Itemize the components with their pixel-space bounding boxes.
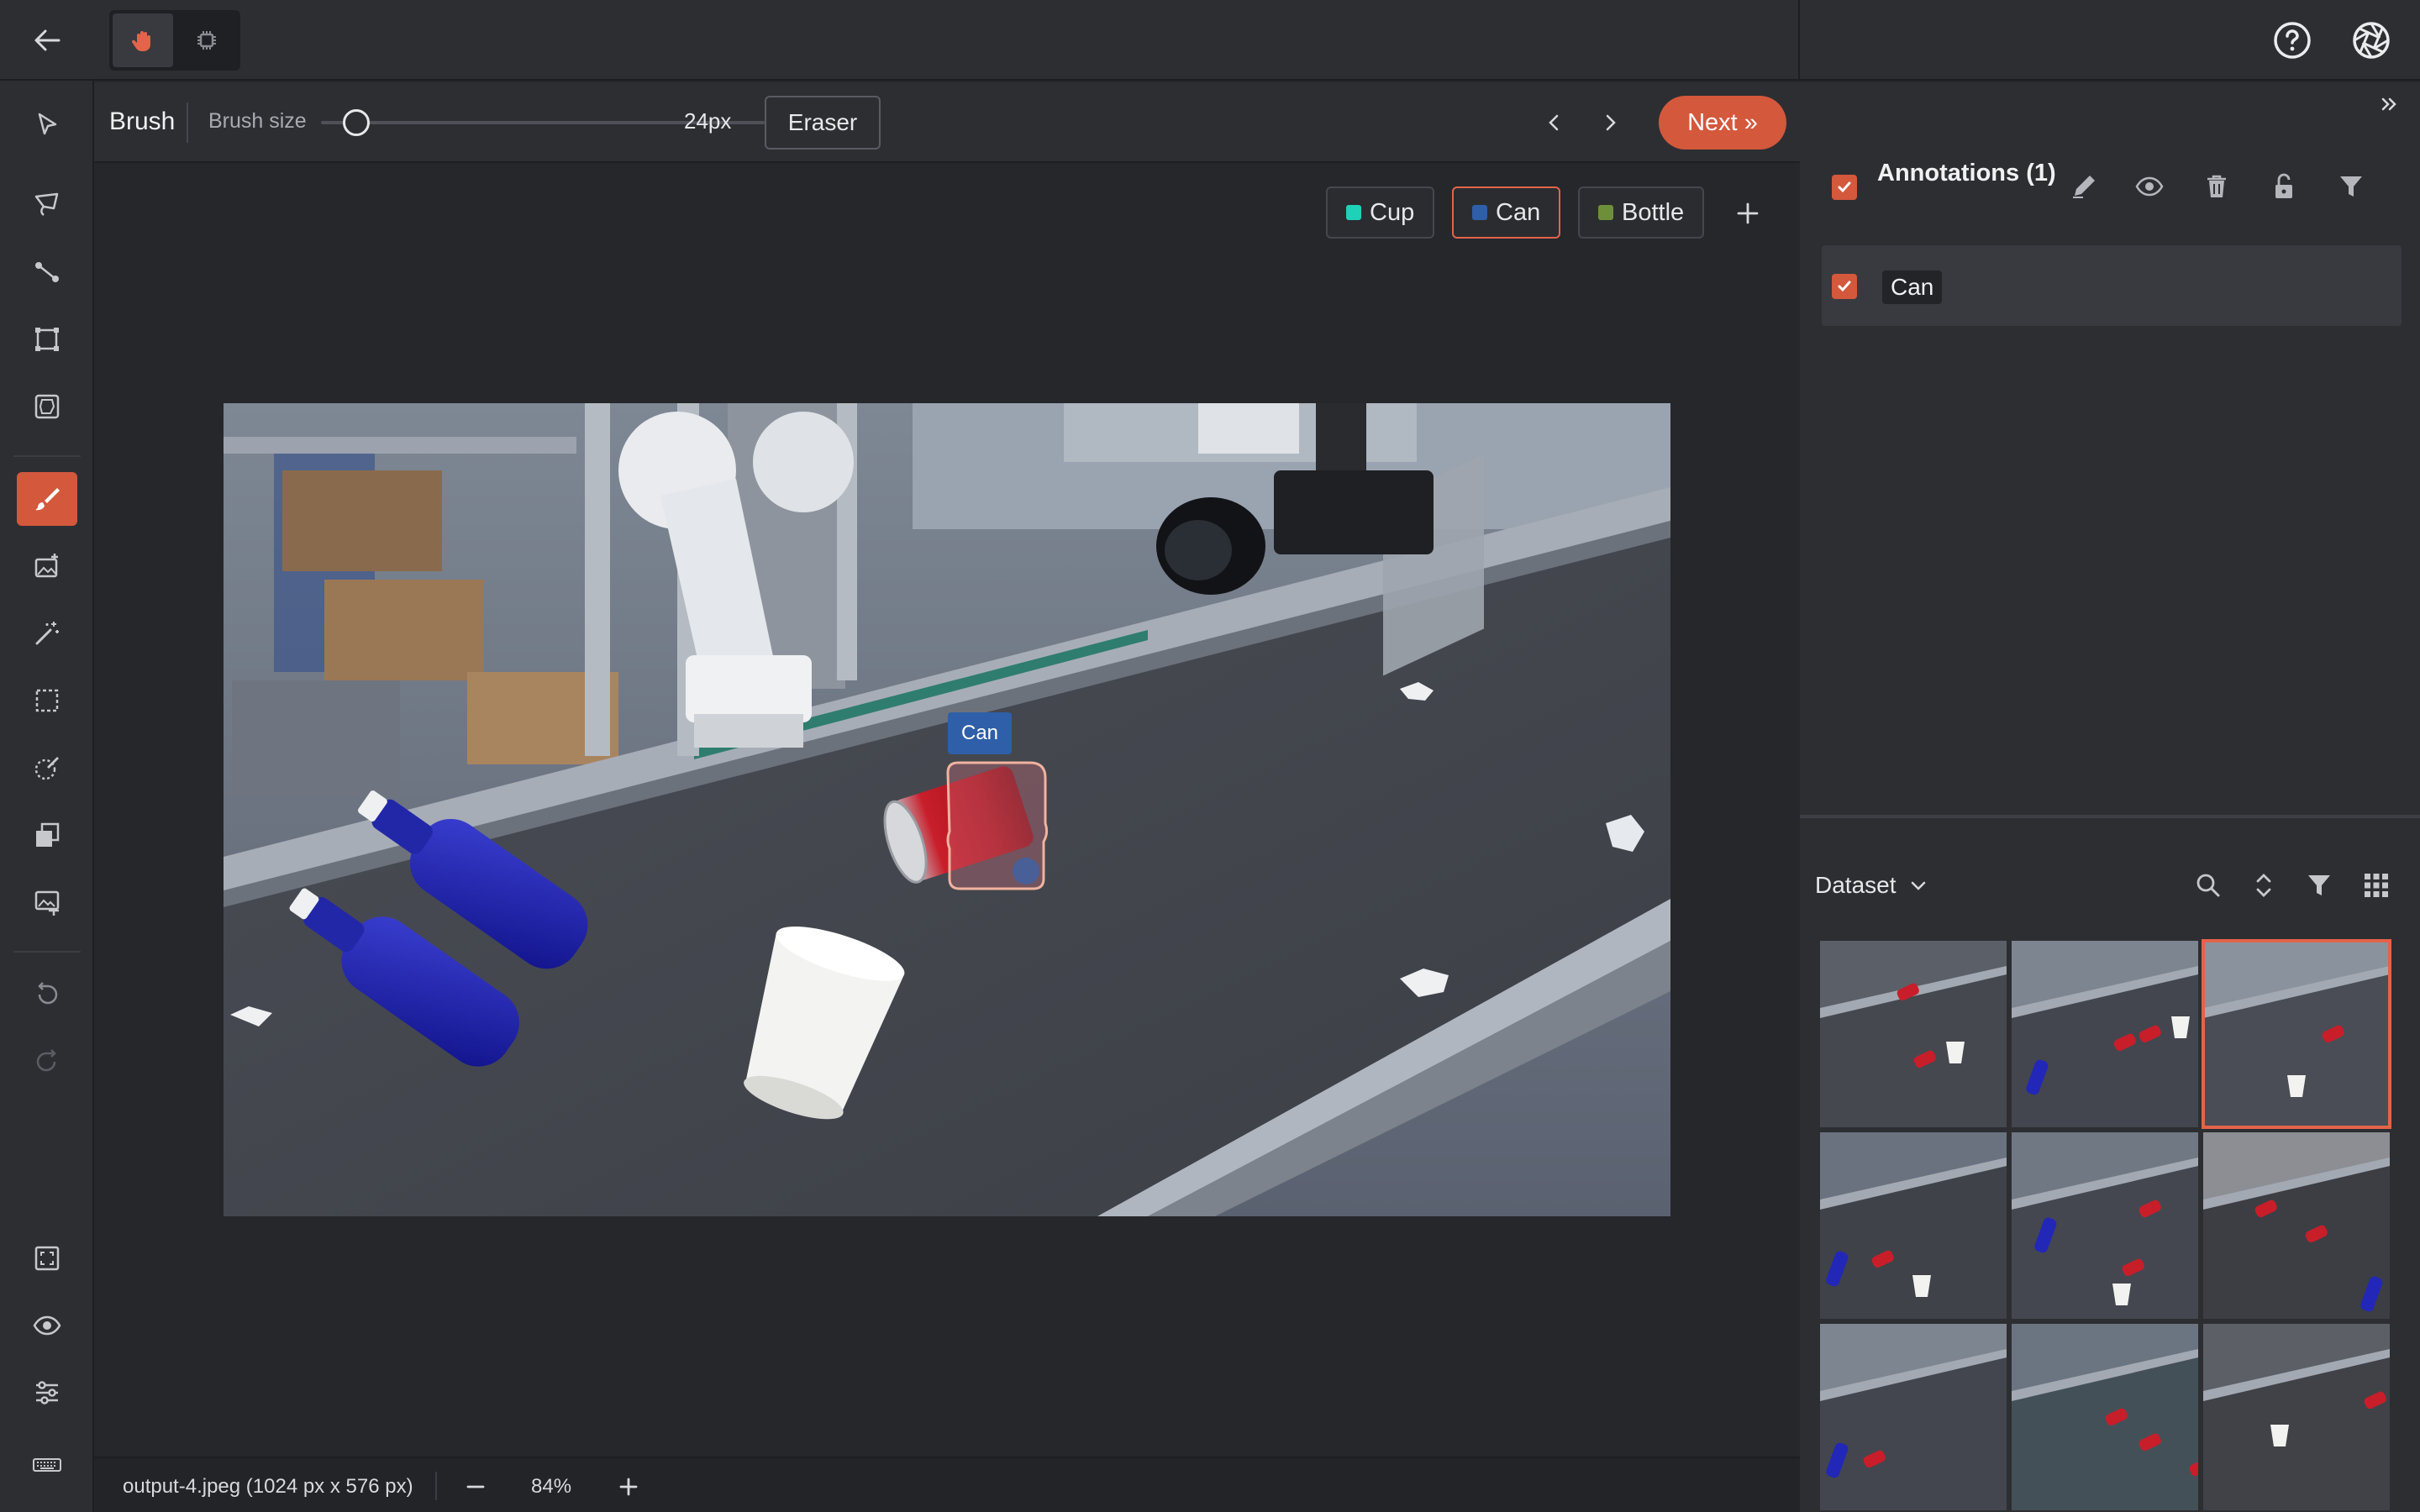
- right-panel: Annotations (1) Can Dataset: [1800, 82, 2420, 1512]
- lasso-icon[interactable]: [17, 178, 77, 232]
- keyboard-icon[interactable]: [17, 1438, 77, 1492]
- class-chip-label: Bottle: [1622, 198, 1685, 226]
- dataset-title: Dataset: [1815, 872, 1897, 898]
- unlock-icon[interactable]: [2265, 168, 2302, 205]
- status-bar: output-4.jpeg (1024 px x 576 px) 84%: [94, 1457, 1800, 1512]
- add-class-icon[interactable]: [1724, 190, 1771, 237]
- dataset-thumbnail[interactable]: [2012, 1324, 2198, 1510]
- dataset-thumbnail[interactable]: [1820, 1324, 2007, 1510]
- help-icon[interactable]: [2269, 17, 2316, 64]
- back-arrow-icon[interactable]: [24, 17, 71, 64]
- grid-view-icon[interactable]: [2356, 865, 2396, 906]
- annotations-title: Annotations (1): [1877, 160, 2056, 186]
- class-chip-label: Can: [1496, 198, 1541, 226]
- undo-icon[interactable]: [17, 968, 77, 1021]
- annotated-image[interactable]: Can: [224, 403, 1670, 1216]
- annotation-label: Can: [1882, 270, 1943, 304]
- dataset-thumbnail[interactable]: [1820, 941, 2007, 1127]
- image-fill-icon[interactable]: [17, 539, 77, 593]
- image-text-icon[interactable]: [17, 875, 77, 929]
- pointer-icon[interactable]: [17, 97, 77, 151]
- next-image-icon[interactable]: [1590, 102, 1630, 143]
- fit-screen-icon[interactable]: [17, 1231, 77, 1285]
- left-toolbar: [0, 81, 94, 1512]
- bottle-color-swatch: [1598, 205, 1613, 220]
- options-separator: [187, 102, 188, 143]
- top-divider: [1798, 0, 1800, 81]
- collapse-panel-icon[interactable]: [2371, 86, 2408, 123]
- marquee-icon[interactable]: [17, 674, 77, 727]
- panel-divider[interactable]: [1800, 815, 2420, 818]
- search-icon[interactable]: [2188, 865, 2228, 906]
- edit-icon[interactable]: [2065, 168, 2102, 205]
- polygon-icon[interactable]: [17, 380, 77, 433]
- smart-brush-icon[interactable]: [17, 741, 77, 795]
- tool-options-bar: Brush Brush size 24px Eraser Next »: [94, 82, 1800, 163]
- dataset-thumbnail[interactable]: [2012, 941, 2198, 1127]
- tool-title: Brush: [109, 108, 176, 135]
- filter-icon[interactable]: [2333, 168, 2370, 205]
- dataset-thumbnail[interactable]: [2203, 1132, 2390, 1319]
- dataset-thumbnail[interactable]: [2202, 939, 2391, 1129]
- chevron-down-icon: [1911, 881, 1925, 890]
- visibility-icon[interactable]: [2131, 168, 2168, 205]
- brush-size-slider-handle[interactable]: [343, 109, 371, 136]
- next-button[interactable]: Next »: [1659, 96, 1786, 150]
- dataset-filter-icon[interactable]: [2299, 865, 2339, 906]
- bounding-box-icon[interactable]: [17, 312, 77, 366]
- toolbar-separator: [13, 455, 81, 457]
- eraser-button[interactable]: Eraser: [765, 96, 881, 150]
- annotation-item[interactable]: Can: [1822, 245, 2402, 326]
- select-all-checkbox[interactable]: [1832, 175, 1857, 200]
- aperture-icon[interactable]: [2348, 17, 2395, 64]
- sort-icon[interactable]: [2244, 865, 2284, 906]
- top-bar: [0, 0, 2420, 81]
- zoom-level: 84%: [531, 1475, 572, 1498]
- delete-icon[interactable]: [2198, 168, 2235, 205]
- annotations-header: Annotations (1): [1823, 124, 2402, 232]
- brush-size-label: Brush size: [208, 109, 307, 133]
- dataset-dropdown[interactable]: Dataset: [1815, 872, 1928, 899]
- chip-icon[interactable]: [176, 13, 237, 67]
- annotation-canvas[interactable]: Cup Can Bottle Can: [94, 165, 1800, 1457]
- sliders-icon[interactable]: [17, 1366, 77, 1420]
- dataset-thumbnail[interactable]: [1820, 1132, 2007, 1319]
- magic-wand-icon[interactable]: [17, 606, 77, 660]
- dataset-thumbnail[interactable]: [2012, 1132, 2198, 1319]
- cup-color-swatch: [1346, 205, 1361, 220]
- polyline-icon[interactable]: [17, 245, 77, 299]
- class-chip-can[interactable]: Can: [1452, 186, 1561, 239]
- zoom-out-icon[interactable]: [457, 1468, 494, 1505]
- dataset-thumbnail[interactable]: [2203, 1324, 2390, 1510]
- hand-icon[interactable]: [113, 13, 173, 67]
- class-chip-label: Cup: [1370, 198, 1415, 226]
- status-filename: output-4.jpeg (1024 px x 576 px): [123, 1475, 413, 1498]
- class-chip-cup[interactable]: Cup: [1326, 186, 1435, 239]
- annotation-checkbox[interactable]: [1832, 274, 1857, 299]
- brush-icon[interactable]: [17, 472, 77, 526]
- redo-icon[interactable]: [17, 1035, 77, 1089]
- zoom-in-icon[interactable]: [610, 1468, 647, 1505]
- mode-toggle: [109, 10, 240, 71]
- previous-image-icon[interactable]: [1534, 102, 1575, 143]
- status-separator: [435, 1472, 437, 1500]
- layers-icon[interactable]: [17, 808, 77, 862]
- annotation-label-tag: Can: [948, 712, 1013, 754]
- eye-icon[interactable]: [17, 1299, 77, 1352]
- can-color-swatch: [1472, 205, 1487, 220]
- class-chip-bottle[interactable]: Bottle: [1578, 186, 1705, 239]
- toolbar-separator: [13, 951, 81, 953]
- brush-size-value: 24px: [684, 108, 732, 134]
